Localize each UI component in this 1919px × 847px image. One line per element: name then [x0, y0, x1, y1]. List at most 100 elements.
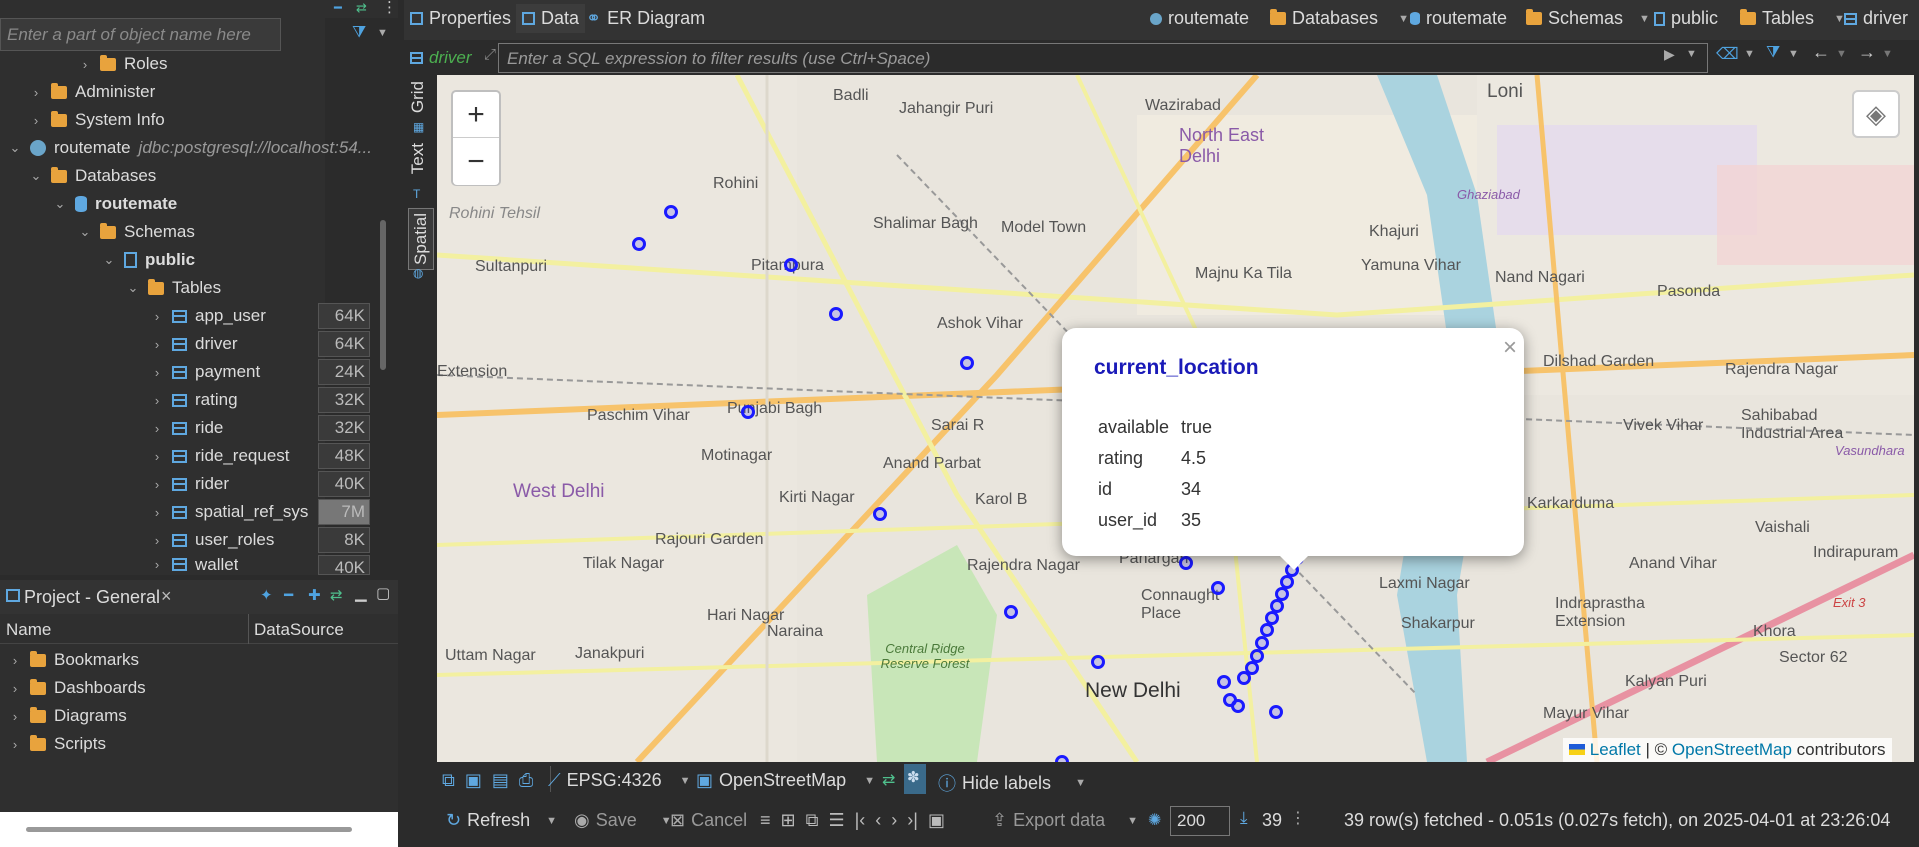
location-marker[interactable]: [1245, 661, 1259, 675]
save-button[interactable]: ◉ Save ▼: [574, 810, 672, 831]
chevron-right-icon[interactable]: ›: [150, 337, 164, 352]
location-marker[interactable]: [1275, 587, 1289, 601]
image-icon[interactable]: ▣: [465, 770, 482, 791]
project-panel-title[interactable]: Project - General: [24, 587, 160, 608]
row-count-icon[interactable]: ⤓: [1240, 808, 1248, 828]
collapse-icon[interactable]: ━: [334, 0, 342, 16]
breadcrumb-schemas[interactable]: Schemas ▼: [1526, 8, 1650, 29]
refresh-button[interactable]: ↻ Refresh ▼: [446, 810, 557, 831]
fetch-all-icon[interactable]: ▣: [928, 810, 945, 831]
chevron-down-icon[interactable]: ▼: [864, 775, 875, 787]
sql-filter-input[interactable]: Enter a SQL expression to filter results…: [498, 43, 1708, 73]
chevron-right-icon[interactable]: ›: [150, 449, 164, 464]
layers-control-icon[interactable]: ◈: [1852, 90, 1900, 138]
osm-link[interactable]: OpenStreetMap: [1672, 740, 1792, 759]
column-divider[interactable]: [248, 614, 249, 644]
filter-entity[interactable]: driver: [410, 48, 472, 68]
filter-history-icon[interactable]: ▼: [1686, 48, 1697, 60]
sync-icon[interactable]: ⇄: [882, 770, 895, 790]
chevron-down-icon[interactable]: ⌄: [29, 168, 43, 184]
project-item-diagrams[interactable]: › Diagrams: [8, 702, 127, 730]
tab-data[interactable]: Data: [516, 4, 586, 33]
location-marker[interactable]: [664, 205, 678, 219]
more-menu-icon[interactable]: ⋮: [382, 0, 397, 16]
tree-item-system-info[interactable]: › System Info: [29, 106, 165, 134]
tree-item-connection[interactable]: ⌄ routemate jdbc:postgresql://localhost:…: [8, 134, 372, 162]
filter-icon[interactable]: ⧩: [352, 24, 366, 42]
next-page-icon[interactable]: ›: [891, 810, 897, 831]
back-arrow-icon[interactable]: ←: [1812, 42, 1830, 63]
project-item-dashboards[interactable]: › Dashboards: [8, 674, 146, 702]
tree-item-databases[interactable]: ⌄ Databases: [29, 162, 157, 190]
more-menu-icon[interactable]: ⋮: [1290, 808, 1306, 828]
chevron-down-icon[interactable]: ▼: [680, 775, 691, 787]
link-icon[interactable]: ⇄: [356, 0, 367, 16]
breadcrumb-schema[interactable]: public: [1654, 8, 1718, 29]
chevron-right-icon[interactable]: ›: [150, 309, 164, 324]
expand-icon[interactable]: ✚: [308, 586, 321, 604]
table-item-spatial-ref-sys[interactable]: › spatial_ref_sys: [150, 498, 309, 526]
chevron-right-icon[interactable]: ›: [150, 365, 164, 380]
edit-row-icon[interactable]: ≡: [760, 810, 771, 831]
configure-icon[interactable]: ✦: [260, 586, 273, 604]
minimize-icon[interactable]: ▁: [355, 584, 367, 602]
fetch-size-input[interactable]: 200: [1170, 806, 1230, 836]
maximize-icon[interactable]: ▢: [376, 584, 390, 602]
breadcrumb-table[interactable]: driver: [1844, 8, 1908, 29]
tree-item-public[interactable]: ⌄ public: [102, 246, 196, 274]
link-icon[interactable]: ⇄: [330, 586, 343, 604]
location-marker[interactable]: [632, 237, 646, 251]
project-hscrollbar[interactable]: [26, 827, 352, 832]
location-marker[interactable]: [1004, 605, 1018, 619]
export-data-button[interactable]: ⇪ Export data ▼: [992, 810, 1138, 831]
project-item-scripts[interactable]: › Scripts: [8, 730, 106, 758]
table-item-rating[interactable]: › rating: [150, 386, 238, 414]
prev-page-icon[interactable]: ‹: [875, 810, 881, 831]
chevron-right-icon[interactable]: ›: [8, 709, 22, 724]
location-marker[interactable]: [1270, 599, 1284, 613]
chevron-right-icon[interactable]: ›: [8, 653, 22, 668]
forward-arrow-icon[interactable]: →: [1858, 42, 1876, 63]
location-marker[interactable]: [960, 356, 974, 370]
table-item-app-user[interactable]: › app_user: [150, 302, 266, 330]
location-marker[interactable]: [1231, 699, 1245, 713]
location-marker[interactable]: [873, 507, 887, 521]
chevron-down-icon[interactable]: ▼: [1836, 48, 1847, 60]
chevron-down-icon[interactable]: ▼: [1882, 48, 1893, 60]
location-marker[interactable]: [1091, 655, 1105, 669]
location-marker[interactable]: [1217, 675, 1231, 689]
chevron-right-icon[interactable]: ›: [150, 557, 164, 572]
filter-icon[interactable]: ⧩: [1766, 44, 1780, 62]
print-icon[interactable]: ⎙: [519, 770, 533, 791]
hide-labels-button[interactable]: ⓘ Hide labels ▼: [938, 770, 1086, 796]
location-marker[interactable]: [1280, 575, 1294, 589]
leaflet-link[interactable]: Leaflet: [1590, 740, 1641, 759]
location-marker[interactable]: [741, 405, 755, 419]
project-item-bookmarks[interactable]: › Bookmarks: [8, 646, 139, 674]
chevron-right-icon[interactable]: ›: [29, 113, 43, 128]
side-tab-spatial[interactable]: Spatial: [408, 208, 434, 270]
tree-item-database-routemate[interactable]: ⌄ routemate: [53, 190, 178, 218]
add-row-icon[interactable]: ⊞: [781, 810, 796, 831]
copy-icon[interactable]: ⧉: [442, 770, 455, 791]
last-page-icon[interactable]: ›|: [907, 810, 918, 831]
tree-item-administer[interactable]: › Administer: [29, 78, 155, 106]
location-marker[interactable]: [1269, 705, 1283, 719]
tab-properties[interactable]: Properties: [410, 8, 511, 29]
chevron-down-icon[interactable]: ⌄: [53, 196, 67, 212]
chevron-down-icon[interactable]: ▼: [1744, 48, 1755, 60]
chevron-right-icon[interactable]: ›: [150, 505, 164, 520]
zoom-in-button[interactable]: +: [453, 92, 499, 138]
chevron-right-icon[interactable]: ›: [150, 421, 164, 436]
apply-filter-icon[interactable]: ▶: [1664, 46, 1675, 63]
chevron-down-icon[interactable]: ▼: [1398, 13, 1409, 25]
chevron-down-icon[interactable]: ⌄: [102, 252, 116, 268]
table-item-user-roles[interactable]: › user_roles: [150, 526, 275, 554]
breadcrumb-connection[interactable]: routemate: [1150, 8, 1249, 29]
navigator-scrollbar[interactable]: [380, 220, 386, 370]
settings-icon[interactable]: ✺: [1148, 810, 1161, 830]
breadcrumb-tables[interactable]: Tables ▼: [1740, 8, 1845, 29]
side-tab-text[interactable]: Text: [408, 143, 428, 174]
tab-er-diagram[interactable]: ⚭ ER Diagram: [586, 8, 705, 29]
expand-filter-icon[interactable]: ⤢: [484, 46, 496, 63]
